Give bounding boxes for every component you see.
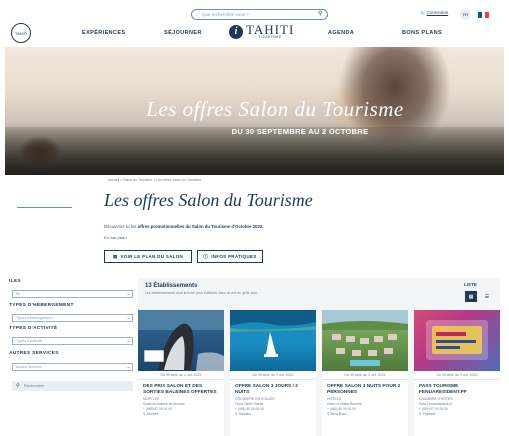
page: TAHITI Que recherchez-vous ? ⚲ ☺ Connexio… bbox=[0, 0, 509, 436]
resort-illustration bbox=[322, 310, 408, 366]
promo-description: Découvrez ici les offres promotionnelles… bbox=[104, 224, 264, 229]
hero-subtitle: DU 30 SEPTEMBRE AU 2 OCTOBRE bbox=[231, 127, 369, 136]
pass-illustration bbox=[426, 320, 488, 360]
chevron-down-icon: ⌄ bbox=[126, 315, 130, 320]
location-pin-icon: ⚲ bbox=[235, 412, 238, 417]
user-icon: ☺ bbox=[420, 10, 425, 15]
search-input[interactable]: Que recherchez-vous ? bbox=[191, 9, 328, 20]
offer-card[interactable]: Du 30 sept. au 2 oct. 2022 DES PRIX SALO… bbox=[138, 310, 224, 436]
offer-location: ⚲ Moorea bbox=[143, 412, 159, 417]
list-view-icon[interactable]: ☰ bbox=[481, 291, 493, 302]
filter-heading-iles: ILES bbox=[9, 279, 21, 284]
offer-date: Du 30 sept. au 2 oct. 2022 bbox=[138, 371, 224, 380]
offer-location: ⚲ Papeete bbox=[419, 412, 436, 417]
chevron-down-icon: ⌄ bbox=[126, 338, 130, 343]
offer-card[interactable]: Du 30 sept. au 2 oct. 2022 OFFRE SALON 3… bbox=[230, 310, 316, 436]
breadcrumb[interactable]: Accueil > Salon du Tourisme > Les offres… bbox=[108, 178, 201, 182]
nav-agenda[interactable]: AGENDA bbox=[328, 30, 354, 36]
logo-label: TAHITI bbox=[14, 30, 28, 36]
filter-heading-activite: TYPES D'ACTIVITÉ bbox=[9, 326, 58, 331]
offer-card[interactable]: Du 30 sept. au 2 oct. 2022 OFFRE SALON 3… bbox=[322, 310, 408, 436]
offer-detail: Hôtel Le Maitai Rauhiva bbox=[327, 402, 363, 407]
map-icon: ▤ bbox=[112, 253, 118, 259]
offer-phone: + (689) 40 00 00 00 bbox=[327, 407, 356, 412]
brand-logo[interactable]: i TAHITI TOURISME bbox=[229, 22, 295, 39]
offer-image-pass bbox=[414, 310, 500, 371]
offer-image-sailboat bbox=[230, 310, 316, 371]
login-label: Connexion bbox=[426, 10, 449, 15]
whale-illustration bbox=[138, 310, 224, 371]
offer-date: Du 30 sept. au 2 oct. 2022 bbox=[414, 371, 500, 380]
offer-phone: + (689) 87 00 00 00 bbox=[143, 407, 172, 412]
nav-bons-plans[interactable]: BONS PLANS bbox=[402, 30, 442, 36]
location-pin-icon: ⚲ bbox=[419, 412, 422, 417]
offer-org: HOTELS bbox=[327, 397, 342, 402]
chevron-down-icon: ⌄ bbox=[126, 291, 130, 296]
brand-name: TAHITI bbox=[246, 22, 295, 37]
promo-title: Les offres Salon du Tourisme bbox=[104, 190, 313, 210]
site-logo[interactable]: TAHITI bbox=[11, 23, 31, 43]
practical-info-button[interactable]: ⓘ INFOS PRATIQUES bbox=[197, 250, 263, 263]
chevron-down-icon: ⌄ bbox=[126, 364, 130, 369]
activite-select[interactable]: Types d'activité ⌄ bbox=[12, 337, 133, 345]
services-select[interactable]: Autres services ⌄ bbox=[12, 363, 133, 371]
info-icon: ⓘ bbox=[203, 253, 209, 259]
results-note: Les établissements dont la fiche peut s'… bbox=[145, 291, 260, 295]
offer-detail: Sortie de baleine de Moorea bbox=[143, 402, 185, 407]
offer-org: CHAMBRE D'HÔTES bbox=[419, 397, 453, 402]
offer-org: MOPI LEE bbox=[143, 397, 160, 402]
search-icon: ⚲ bbox=[16, 383, 20, 389]
offer-title[interactable]: PASS TOURISME FENUARESIDENT.PF bbox=[419, 384, 495, 395]
offer-location: ⚲ Raiatea bbox=[235, 412, 251, 417]
iles-select[interactable]: Île ⌄ bbox=[12, 290, 133, 298]
grid-view-icon[interactable]: ▦ bbox=[465, 291, 477, 302]
filter-heading-hebergement: TYPES D'HÉBERGEMENT bbox=[9, 303, 74, 308]
hero-dog bbox=[15, 132, 65, 172]
offer-title[interactable]: OFFRE SALON 3 NUITS POUR 2 PERSONNES bbox=[327, 384, 403, 395]
offer-phone: + (689) 40 00 00 00 bbox=[235, 407, 264, 412]
salon-plan-button[interactable]: ▤ VOIR LE PLAN DU SALON bbox=[104, 250, 192, 263]
language-switch[interactable]: FR bbox=[460, 9, 471, 20]
offer-image-whale bbox=[138, 310, 224, 371]
search-icon[interactable]: ⚲ bbox=[318, 10, 322, 17]
offer-card[interactable]: Du 30 sept. au 2 oct. 2022 PASS TOURISME… bbox=[414, 310, 500, 436]
offer-detail: Pass Fenuaresident.pf bbox=[419, 402, 452, 407]
offer-date: Du 30 sept. au 2 oct. 2022 bbox=[322, 371, 408, 380]
nav-experiences[interactable]: EXPÉRIENCES bbox=[82, 30, 126, 36]
location-pin-icon: ⚲ bbox=[143, 412, 146, 417]
offer-title[interactable]: OFFRE SALON 3 JOURS / 2 NUITS bbox=[235, 384, 311, 395]
offer-date: Du 30 sept. au 2 oct. 2022 bbox=[230, 371, 316, 380]
top-header: TAHITI Que recherchez-vous ? ⚲ ☺ Connexio… bbox=[0, 0, 509, 44]
offer-detail: Faa'a Tahiti Charter bbox=[235, 402, 264, 407]
results-panel: 13 Établissements Les établissements don… bbox=[138, 278, 500, 436]
hebergement-select[interactable]: Types d'hébergement ⌄ bbox=[12, 314, 133, 322]
filter-heading-services: AUTRES SERVICES bbox=[9, 351, 59, 356]
results-count: 13 Établissements bbox=[145, 283, 198, 289]
filter-search-button[interactable]: ⚲ Rechercher bbox=[12, 381, 133, 391]
hero-banner: Les offres Salon du Tourisme DU 30 SEPTE… bbox=[5, 47, 504, 175]
offer-title[interactable]: DES PRIX SALON ET DES SORTIES BALEINES O… bbox=[143, 384, 219, 395]
french-flag-icon[interactable] bbox=[478, 12, 490, 18]
offer-location: ⚲ Bora Bora bbox=[327, 412, 347, 417]
location-pin-icon: ⚲ bbox=[327, 412, 330, 417]
view-mode-label: LISTE bbox=[464, 282, 477, 287]
hero-title: Les offres Salon du Tourisme bbox=[146, 97, 404, 121]
offer-org: CROISIÈRE EN VOILIER bbox=[235, 397, 275, 402]
brand-i-icon: i bbox=[229, 24, 243, 39]
nav-sejourner[interactable]: SÉJOURNER bbox=[164, 30, 202, 36]
sailboat-illustration bbox=[230, 310, 316, 357]
promo-more-link[interactable]: En voir plus ! bbox=[104, 235, 127, 240]
promo-divider bbox=[17, 207, 72, 208]
offer-image-resort bbox=[322, 310, 408, 371]
offer-phone: + (689) 87 00 00 00 bbox=[419, 407, 448, 412]
login-link[interactable]: ☺ Connexion bbox=[420, 10, 448, 15]
